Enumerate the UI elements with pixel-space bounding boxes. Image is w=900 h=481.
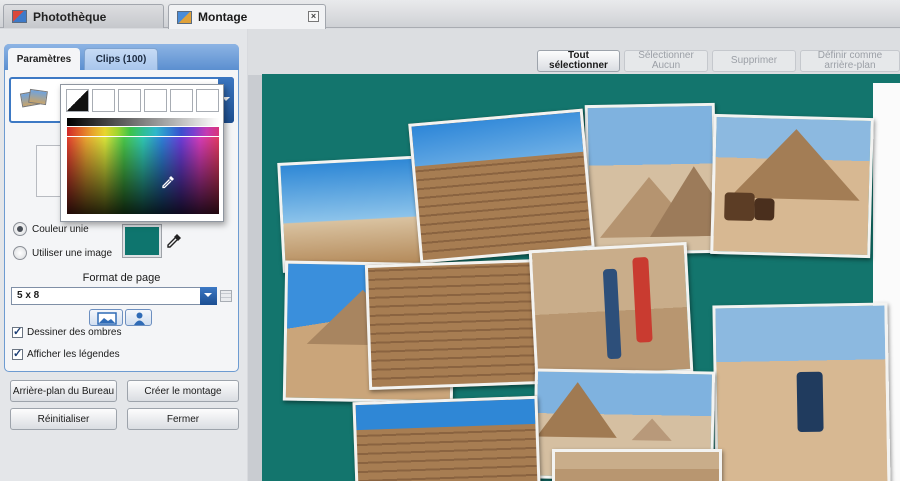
tab-montage-label: Montage — [198, 10, 248, 24]
portrait-orientation-button[interactable] — [125, 309, 152, 326]
tab-phototheque-label: Photothèque — [33, 9, 107, 24]
landscape-orientation-button[interactable] — [89, 309, 123, 326]
recent-color-slot[interactable] — [144, 89, 167, 112]
checkbox-show-captions[interactable]: Afficher les légendes — [12, 347, 120, 360]
page-format-value: 5 x 8 — [17, 290, 40, 301]
tab-parametres[interactable]: Paramètres — [8, 48, 80, 70]
montage-photo[interactable] — [712, 302, 891, 481]
landscape-orientation-icon — [97, 312, 117, 325]
radio-button-icon[interactable] — [13, 222, 27, 236]
background-preview — [36, 145, 62, 197]
montage-photo[interactable] — [277, 155, 433, 273]
eyedropper-icon[interactable] — [166, 233, 182, 249]
page-format-select[interactable]: 5 x 8 — [11, 287, 217, 305]
montage-photo[interactable] — [408, 108, 595, 264]
set-as-background-button[interactable]: Définir comme arrière-plan — [800, 50, 900, 72]
grayscale-bar[interactable] — [67, 118, 219, 126]
color-picker-popup — [60, 84, 224, 222]
tab-clips[interactable]: Clips (100) — [84, 48, 158, 70]
montage-photo[interactable] — [710, 113, 874, 259]
eyedropper-cursor-icon — [162, 176, 174, 189]
montage-canvas[interactable] — [262, 74, 900, 481]
checkbox-show-captions-label: Afficher les légendes — [27, 349, 120, 360]
recent-color-slot[interactable] — [170, 89, 193, 112]
photos-thumbnail-icon — [19, 88, 49, 112]
radio-use-image-label: Utiliser une image — [32, 247, 113, 259]
app-tab-strip: Photothèque Montage × — [0, 0, 900, 29]
chevron-down-icon[interactable] — [200, 287, 217, 305]
black-white-swatch[interactable] — [66, 89, 89, 112]
recent-color-slot[interactable] — [196, 89, 219, 112]
reset-button[interactable]: Réinitialiser — [10, 408, 117, 430]
checkbox-draw-shadows-label: Dessiner des ombres — [27, 327, 122, 338]
checkbox-icon[interactable] — [12, 347, 23, 360]
portrait-orientation-icon — [134, 312, 145, 325]
grid-icon[interactable] — [220, 290, 232, 302]
montage-photo[interactable] — [528, 241, 694, 381]
delete-button[interactable]: Supprimer — [712, 50, 796, 72]
recent-color-slot[interactable] — [92, 89, 115, 112]
recent-color-slot[interactable] — [118, 89, 141, 112]
radio-solid-color-label: Couleur unie — [32, 223, 89, 235]
recent-colors — [66, 89, 219, 112]
select-none-button[interactable]: Sélectionner Aucun — [624, 50, 708, 72]
montage-photo[interactable] — [352, 395, 541, 481]
color-spectrum[interactable] — [67, 137, 219, 214]
checkbox-draw-shadows[interactable]: Dessiner des ombres — [12, 325, 122, 338]
photo-library-icon — [12, 10, 27, 23]
tab-montage[interactable]: Montage × — [168, 4, 326, 29]
color-swatch[interactable] — [123, 225, 161, 257]
close-button[interactable]: Fermer — [127, 408, 239, 430]
close-icon[interactable]: × — [308, 11, 319, 22]
desktop-background-button[interactable]: Arrière-plan du Bureau — [10, 380, 117, 402]
create-montage-button[interactable]: Créer le montage — [127, 380, 239, 402]
montage-photo[interactable] — [552, 449, 722, 481]
select-all-button[interactable]: Tout sélectionner — [537, 50, 620, 72]
montage-photo[interactable] — [584, 102, 718, 256]
page-format-label: Format de page — [82, 272, 161, 284]
tab-phototheque[interactable]: Photothèque — [3, 4, 164, 28]
montage-photo[interactable] — [364, 258, 545, 391]
checkbox-icon[interactable] — [12, 325, 23, 338]
hue-bar[interactable] — [67, 127, 219, 136]
radio-button-icon[interactable] — [13, 246, 27, 260]
montage-icon — [177, 10, 192, 24]
radio-solid-color[interactable]: Couleur unie — [13, 222, 89, 236]
radio-use-image[interactable]: Utiliser une image — [13, 246, 112, 260]
